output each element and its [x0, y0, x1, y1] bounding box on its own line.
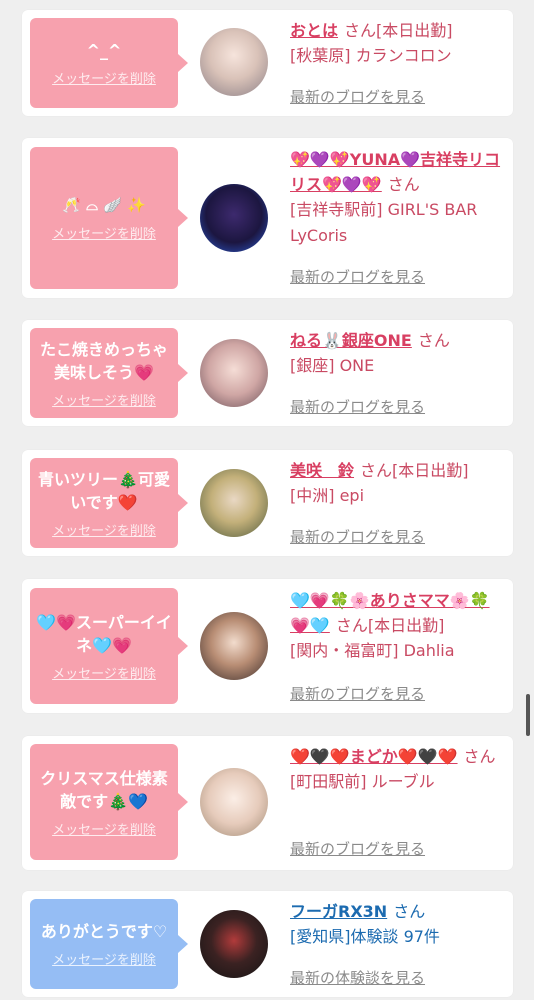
- cast-name-link[interactable]: ねる🐰銀座ONE: [290, 331, 412, 350]
- shop-info: [秋葉原] カランコロン: [290, 46, 452, 65]
- message-bubble: 🥂 ⌓ 🪽 ✨ メッセージを削除: [30, 147, 188, 289]
- message-text: 🩵💗スーパーイイネ🩵💗: [36, 612, 172, 655]
- profile-info: ❤️🖤❤️まどか❤️🖤❤️ さん [町田駅前] ルーブル: [290, 744, 505, 795]
- profile-info: 🩵💗🍀🌸ありさママ🌸🍀💗🩵 さん[本日出勤] [関内・福富町] Dahlia: [290, 588, 505, 664]
- message-card: ^_^ メッセージを削除 おとは さん[本日出勤] [秋葉原] カランコロン 最新…: [22, 10, 513, 116]
- message-bubble: ありがとうです♡ メッセージを削除: [30, 899, 188, 989]
- message-text: たこ焼きめっちゃ美味しそう💗: [39, 339, 168, 382]
- san-suffix: さん: [417, 331, 450, 350]
- message-card: 🩵💗スーパーイイネ🩵💗 メッセージを削除 🩵💗🍀🌸ありさママ🌸🍀💗🩵 さん[本日出…: [22, 579, 513, 713]
- latest-blog-link[interactable]: 最新のブログを見る: [290, 396, 425, 417]
- message-text: 🥂 ⌓ 🪽 ✨: [62, 196, 146, 214]
- delete-message-link[interactable]: メッセージを削除: [52, 390, 156, 409]
- today-badge: [本日出勤]: [367, 616, 445, 635]
- latest-blog-link[interactable]: 最新のブログを見る: [290, 838, 425, 859]
- cast-name-link[interactable]: おとは: [290, 21, 338, 40]
- message-text: ありがとうです♡: [40, 922, 168, 941]
- delete-message-link[interactable]: メッセージを削除: [52, 949, 156, 968]
- san-suffix: さん: [463, 747, 496, 766]
- cast-name-link[interactable]: 美咲 鈴: [290, 461, 354, 480]
- latest-blog-link[interactable]: 最新のブログを見る: [290, 266, 425, 287]
- message-bubble: ^_^ メッセージを削除: [30, 18, 188, 108]
- scrollbar[interactable]: [526, 694, 530, 736]
- profile-info: フーガRX3N さん [愛知県]体験談 97件: [290, 899, 505, 950]
- avatar[interactable]: [200, 184, 268, 252]
- shop-info: [関内・福富町] Dahlia: [290, 641, 455, 660]
- message-text: 青いツリー🎄可愛いです❤️: [38, 469, 170, 512]
- san-suffix: さん: [393, 902, 426, 921]
- today-badge: [本日出勤]: [376, 21, 453, 40]
- message-bubble: 青いツリー🎄可愛いです❤️ メッセージを削除: [30, 458, 188, 548]
- message-card: たこ焼きめっちゃ美味しそう💗 メッセージを削除 ねる🐰銀座ONE さん [銀座] …: [22, 320, 513, 426]
- profile-info: 💖💜💖YUNA💜吉祥寺リコリス💖💜💖 さん [吉祥寺駅前] GIRL'S BAR …: [290, 147, 505, 249]
- san-suffix: さん: [335, 616, 368, 635]
- avatar[interactable]: [200, 339, 268, 407]
- delete-message-link[interactable]: メッセージを削除: [52, 819, 156, 838]
- latest-blog-link[interactable]: 最新のブログを見る: [290, 86, 425, 107]
- latest-blog-link[interactable]: 最新のブログを見る: [290, 526, 425, 547]
- latest-review-link[interactable]: 最新の体験談を見る: [290, 967, 425, 988]
- message-bubble: たこ焼きめっちゃ美味しそう💗 メッセージを削除: [30, 328, 188, 418]
- latest-blog-link[interactable]: 最新のブログを見る: [290, 683, 425, 704]
- review-info: [愛知県]体験談 97件: [290, 927, 440, 946]
- message-list: ^_^ メッセージを削除 おとは さん[本日出勤] [秋葉原] カランコロン 最新…: [0, 0, 534, 1000]
- cast-name-link[interactable]: ❤️🖤❤️まどか❤️🖤❤️: [290, 747, 458, 766]
- avatar[interactable]: [200, 469, 268, 537]
- avatar[interactable]: [200, 910, 268, 978]
- shop-info: [吉祥寺駅前] GIRL'S BAR LyCoris: [290, 200, 478, 245]
- shop-info: [町田駅前] ルーブル: [290, 772, 435, 791]
- today-badge: [本日出勤]: [392, 461, 469, 480]
- san-suffix: さん: [344, 21, 377, 40]
- message-card: 青いツリー🎄可愛いです❤️ メッセージを削除 美咲 鈴さん[本日出勤] [中洲]…: [22, 450, 513, 556]
- message-bubble: クリスマス仕様素敵です🎄💙 メッセージを削除: [30, 744, 188, 860]
- message-text: ^_^: [86, 41, 122, 60]
- avatar[interactable]: [200, 28, 268, 96]
- san-suffix: さん: [387, 175, 420, 194]
- message-bubble: 🩵💗スーパーイイネ🩵💗 メッセージを削除: [30, 588, 188, 704]
- delete-message-link[interactable]: メッセージを削除: [52, 223, 156, 242]
- user-name-link[interactable]: フーガRX3N: [290, 902, 387, 921]
- message-card: 🥂 ⌓ 🪽 ✨ メッセージを削除 💖💜💖YUNA💜吉祥寺リコリス💖💜💖 さん [吉…: [22, 138, 513, 298]
- message-card: クリスマス仕様素敵です🎄💙 メッセージを削除 ❤️🖤❤️まどか❤️🖤❤️ さん […: [22, 736, 513, 870]
- avatar[interactable]: [200, 768, 268, 836]
- message-card: ありがとうです♡ メッセージを削除 フーガRX3N さん [愛知県]体験談 97件…: [22, 891, 513, 997]
- delete-message-link[interactable]: メッセージを削除: [52, 663, 156, 682]
- shop-info: [銀座] ONE: [290, 356, 375, 375]
- san-suffix: さん: [360, 461, 393, 480]
- profile-info: おとは さん[本日出勤] [秋葉原] カランコロン: [290, 18, 505, 69]
- profile-info: ねる🐰銀座ONE さん [銀座] ONE: [290, 328, 505, 379]
- shop-info: [中洲] epi: [290, 486, 365, 505]
- delete-message-link[interactable]: メッセージを削除: [52, 520, 156, 539]
- message-text: クリスマス仕様素敵です🎄💙: [40, 768, 168, 811]
- avatar[interactable]: [200, 612, 268, 680]
- delete-message-link[interactable]: メッセージを削除: [52, 68, 156, 87]
- profile-info: 美咲 鈴さん[本日出勤] [中洲] epi: [290, 458, 505, 509]
